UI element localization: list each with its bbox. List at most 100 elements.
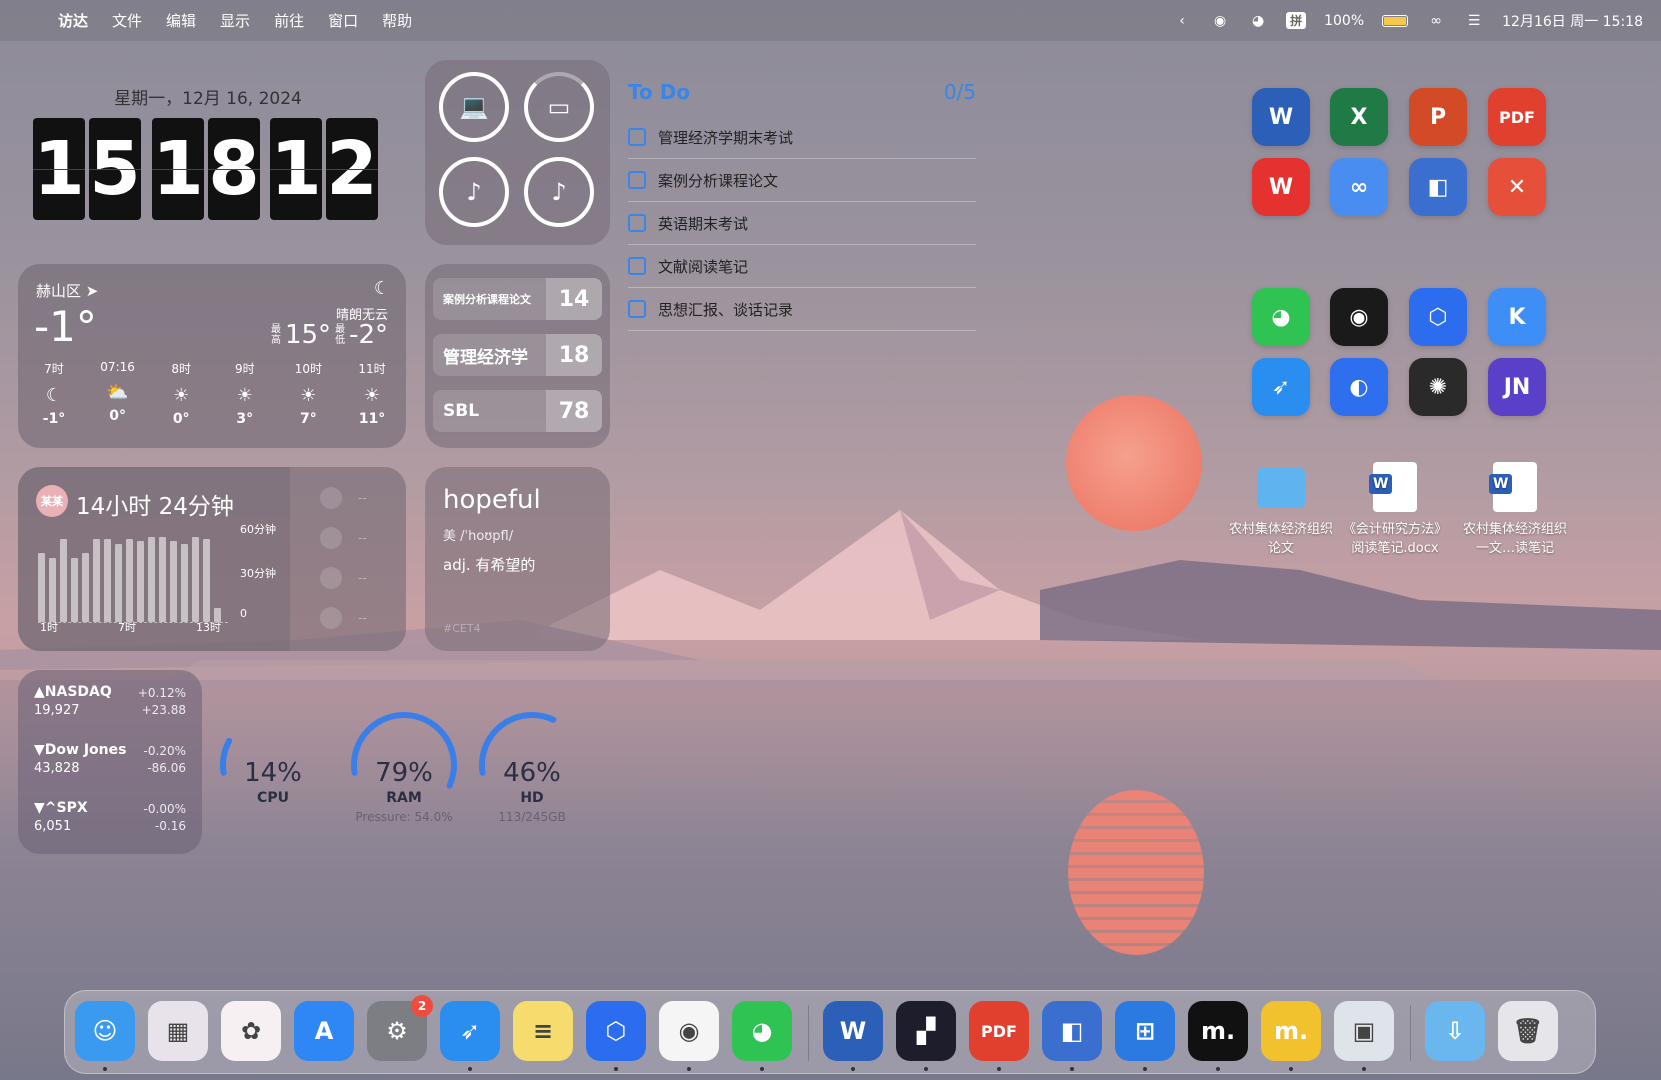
marginnote-huawei-icon[interactable]: m. — [1261, 1001, 1321, 1061]
excel-icon[interactable]: X — [1330, 88, 1388, 146]
todo-item[interactable]: 管理经济学期末考试 — [628, 116, 976, 159]
launchpad-icon[interactable]: ▦ — [148, 1001, 208, 1061]
pdf-expert-icon[interactable]: PDF — [969, 1001, 1029, 1061]
clock-digit: 1 — [270, 118, 322, 220]
jn-icon[interactable]: JN — [1488, 358, 1546, 416]
running-indicator — [924, 1067, 928, 1071]
dictionary-widget[interactable]: hopeful 美 /ˈhoʊpfl/ adj. 有希望的 #CET4 — [425, 467, 610, 651]
marginnote-icon[interactable]: m. — [1188, 1001, 1248, 1061]
batteries-widget[interactable]: 💻 ▭ ♪ ♪ — [425, 60, 610, 245]
qq-icon[interactable]: ◉ — [659, 1001, 719, 1061]
input-method-indicator[interactable]: 拼 — [1286, 12, 1307, 29]
wps-icon[interactable]: W — [1252, 158, 1310, 216]
xmind-icon[interactable]: ✕ — [1488, 158, 1546, 216]
keynote-k-icon[interactable]: K — [1488, 288, 1546, 346]
menu-window[interactable]: 窗口 — [328, 10, 358, 31]
desktop-file[interactable]: W 农村集体经济组织一文…读笔记 — [1460, 462, 1570, 556]
menu-view[interactable]: 显示 — [220, 10, 250, 31]
preview-icon[interactable]: ▣ — [1334, 1001, 1394, 1061]
wechat-icon[interactable]: ◕ — [1252, 288, 1310, 346]
trash-icon[interactable]: 🗑 — [1498, 1001, 1558, 1061]
pdf-expert-icon[interactable]: PDF — [1488, 88, 1546, 146]
usage-bar — [203, 539, 210, 622]
safari-icon[interactable]: ➶ — [440, 1001, 500, 1061]
menu-edit[interactable]: 编辑 — [166, 10, 196, 31]
app-placeholder-icon — [320, 567, 342, 589]
wechat-status-icon[interactable]: ◕ — [1248, 13, 1268, 29]
desktop-file[interactable]: 农村集体经济组织论文 — [1226, 462, 1336, 556]
qq-icon[interactable]: ◉ — [1330, 288, 1388, 346]
baidu-netdisk-icon[interactable]: ∞ — [1330, 158, 1388, 216]
word-icon[interactable]: W — [823, 1001, 883, 1061]
downloads-folder-icon[interactable]: ⇩ — [1425, 1001, 1485, 1061]
todo-text: 英语期末考试 — [658, 214, 749, 233]
stocks-widget[interactable]: ▲NASDAQ 19,927 +0.12% +23.88 ▼Dow Jones 43,8… — [18, 670, 202, 854]
powerpoint-icon[interactable]: P — [1409, 88, 1467, 146]
x-axis-label: 1时 — [40, 621, 58, 634]
lark-icon[interactable]: ⬡ — [586, 1001, 646, 1061]
todo-item[interactable]: 思想汇报、谈话记录 — [628, 288, 976, 331]
wechat-icon[interactable]: ◕ — [732, 1001, 792, 1061]
chatgpt-icon[interactable]: ✺ — [1409, 358, 1467, 416]
todo-checkbox[interactable] — [628, 300, 646, 318]
dictionary-phonetic: 美 /ˈhoʊpfl/ — [443, 529, 514, 544]
photos-icon[interactable]: ✿ — [221, 1001, 281, 1061]
menu-go[interactable]: 前往 — [274, 10, 304, 31]
weather-widget[interactable]: 赫山区 ➤ -1° ☾ 晴朗无云 最高 15° 最低 -2° 7时 ☾ -1° 07:1… — [18, 264, 406, 448]
safari-icon[interactable]: ➶ — [1252, 358, 1310, 416]
stock-row[interactable]: ▼^SPX 6,051 -0.00% -0.16 — [34, 800, 186, 858]
control-center-icon[interactable]: ☰ — [1464, 13, 1484, 29]
menubar-datetime[interactable]: 12月16日 周一 15:18 — [1502, 11, 1643, 31]
todo-item[interactable]: 文献阅读笔记 — [628, 245, 976, 288]
airpods-case-battery-ring: ▭ — [524, 72, 594, 142]
system-settings-icon[interactable]: ⚙ 2 — [367, 995, 433, 1061]
ram-gauge[interactable]: 79% RAM Pressure: 54.0% — [349, 710, 459, 824]
clock-digit: 2 — [326, 118, 378, 220]
lark-icon[interactable]: ⬡ — [1409, 288, 1467, 346]
link-icon[interactable]: ∞ — [1426, 13, 1446, 29]
running-indicator — [1289, 1067, 1293, 1071]
x-axis-label: 13时 — [196, 621, 221, 634]
menu-file[interactable]: 文件 — [112, 10, 142, 31]
battery-icon[interactable] — [1382, 14, 1409, 27]
screen-time-widget[interactable]: 某某 14小时 24分钟 60分钟 30分钟 0 1时 7时 13时 -- --… — [18, 467, 406, 651]
app-store-icon[interactable]: A — [294, 1001, 354, 1061]
stock-row[interactable]: ▲NASDAQ 19,927 +0.12% +23.88 — [34, 684, 186, 742]
parallels-icon[interactable]: ◧ — [1042, 1001, 1102, 1061]
quark-icon[interactable]: ◐ — [1330, 358, 1388, 416]
todo-text: 案例分析课程论文 — [658, 171, 779, 190]
hd-gauge[interactable]: 46% HD 113/245GB — [477, 710, 587, 824]
todo-item[interactable]: 案例分析课程论文 — [628, 159, 976, 202]
countdown-row[interactable]: 案例分析课程论文 14 — [433, 278, 602, 320]
todo-checkbox[interactable] — [628, 257, 646, 275]
menu-finder[interactable]: 访达 — [58, 10, 88, 31]
desktop-file[interactable]: W 《会计研究方法》阅读笔记.docx — [1340, 462, 1450, 556]
usage-bar — [170, 541, 177, 622]
qq-status-icon[interactable]: ◉ — [1210, 13, 1230, 29]
word-icon[interactable]: W — [1252, 88, 1310, 146]
dock: ☺ ▦ ✿ A ⚙ 2 ➶ ≡ ⬡ ◉ ◕ W ▞ PDF ◧ ⊞ m. m. ▣ ⇩ 🗑 — [64, 990, 1596, 1074]
finder-icon[interactable]: ☺ — [75, 1001, 135, 1061]
todo-item[interactable]: 英语期末考试 — [628, 202, 976, 245]
countdown-widget[interactable]: 案例分析课程论文 14 管理经济学 18 SBL 78 — [425, 264, 610, 448]
airpod-right-battery-ring: ♪ — [524, 157, 594, 227]
airpod-left-icon: ♪ — [466, 178, 482, 206]
countdown-row[interactable]: SBL 78 — [433, 390, 602, 432]
todo-checkbox[interactable] — [628, 171, 646, 189]
cpu-gauge[interactable]: 14% CPU — [218, 710, 328, 820]
todo-checkbox[interactable] — [628, 128, 646, 146]
stock-row[interactable]: ▼Dow Jones 43,828 -0.20% -86.06 — [34, 742, 186, 800]
word-doc-icon: W — [1489, 462, 1537, 512]
chevron-left-icon[interactable]: ‹ — [1172, 13, 1192, 29]
countdown-row[interactable]: 管理经济学 18 — [433, 334, 602, 376]
laptop-icon: 💻 — [459, 93, 489, 121]
todo-checkbox[interactable] — [628, 214, 646, 232]
menu-help[interactable]: 帮助 — [382, 10, 412, 31]
dock-separator — [1410, 1005, 1411, 1061]
forecast-temp: 0° — [172, 411, 190, 427]
parallels-icon[interactable]: ◧ — [1409, 158, 1467, 216]
setapp-icon[interactable]: ▞ — [896, 1001, 956, 1061]
notes-icon[interactable]: ≡ — [513, 1001, 573, 1061]
sun-icon: ☀ — [363, 385, 381, 406]
windows-icon[interactable]: ⊞ — [1115, 1001, 1175, 1061]
